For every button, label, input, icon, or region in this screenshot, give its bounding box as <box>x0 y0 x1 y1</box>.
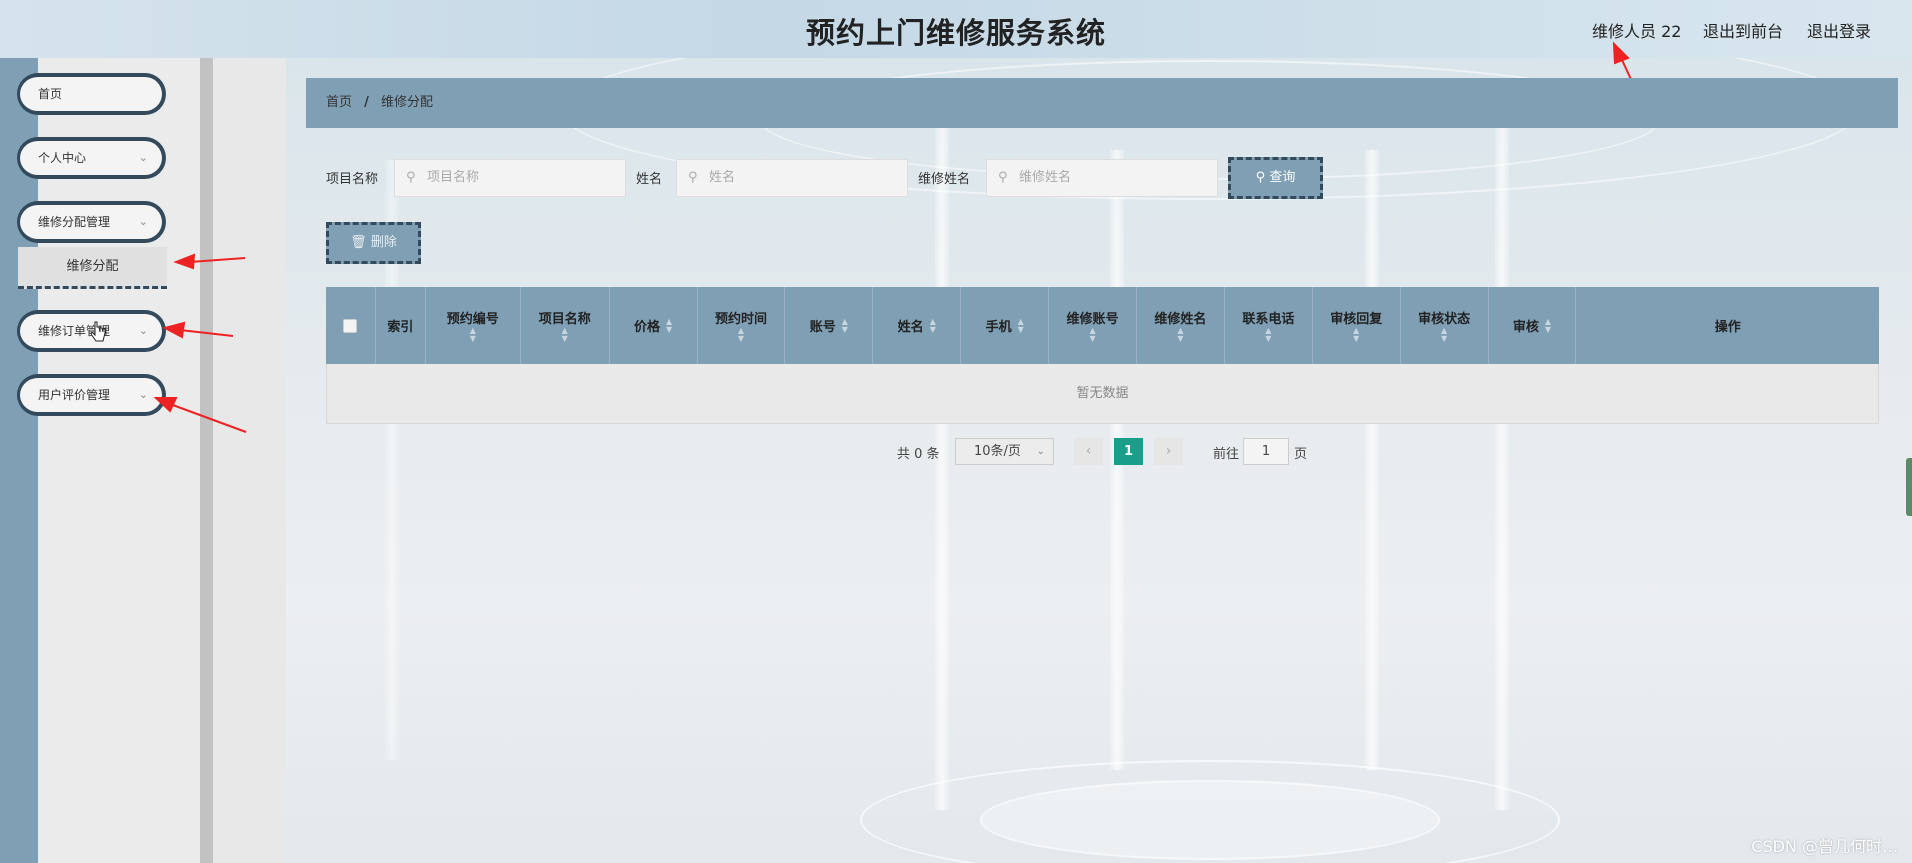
arrow-line <box>179 329 234 337</box>
page-size-value: 10条/页 <box>974 444 1021 459</box>
search-icon: ⚲ <box>688 170 698 185</box>
delete-button[interactable]: 🗑 删除 <box>326 222 421 264</box>
column-header[interactable]: 维修姓名 ▲ ▼ <box>1137 287 1225 364</box>
page-number-current[interactable]: 1 <box>1114 438 1143 465</box>
column-header[interactable]: 预约时间 ▲ ▼ <box>698 287 786 364</box>
goto-label: 前往 <box>1213 447 1240 462</box>
sort-icon[interactable]: ▲ ▼ <box>1089 327 1095 343</box>
column-header-label: 维修姓名 <box>1154 312 1207 327</box>
sort-icon[interactable]: ▲ ▼ <box>666 317 672 334</box>
sort-icon[interactable]: ▲ ▼ <box>470 327 476 343</box>
page-suffix-label: 页 <box>1294 447 1308 462</box>
column-header-label: 姓名 <box>897 320 924 335</box>
column-header-label: 手机 <box>985 320 1012 335</box>
column-header[interactable]: 维修账号 ▲ ▼ <box>1049 287 1137 364</box>
column-header-label: 预约编号 <box>446 312 499 327</box>
repair-name-placeholder: 维修姓名 <box>1019 170 1072 185</box>
arrow-line <box>189 257 246 263</box>
pagination-total: 共 0 条 <box>897 447 940 462</box>
column-header-label: 索引 <box>387 320 414 335</box>
delete-button-label: 删除 <box>370 235 397 250</box>
column-header[interactable]: 姓名 ▲ ▼ <box>873 287 962 364</box>
column-header[interactable]: 手机 ▲ ▼ <box>961 287 1050 364</box>
sort-icon[interactable]: ▲ ▼ <box>1353 327 1359 343</box>
breadcrumb-home[interactable]: 首页 <box>326 95 352 110</box>
mouse-cursor-icon <box>91 321 106 342</box>
search-icon: ⚲ <box>406 170 416 185</box>
next-page-button[interactable]: › <box>1154 438 1183 465</box>
column-header-label: 操作 <box>1714 320 1741 335</box>
side-tab-handle[interactable] <box>1906 458 1912 516</box>
goto-page-input[interactable]: 1 <box>1243 438 1289 465</box>
select-all-header <box>326 287 376 364</box>
arrow-head <box>1612 41 1630 65</box>
breadcrumb-current: 维修分配 <box>381 95 434 110</box>
column-header[interactable]: 价格 ▲ ▼ <box>610 287 698 364</box>
column-header[interactable]: 预约编号 ▲ ▼ <box>426 287 521 364</box>
column-header[interactable]: 审核回复 ▲ ▼ <box>1313 287 1401 364</box>
breadcrumb: 首页 / 维修分配 <box>306 78 1898 128</box>
sort-icon[interactable]: ▲ ▼ <box>1545 317 1551 334</box>
arrow-head <box>162 321 186 339</box>
chevron-down-icon: ⌄ <box>1036 446 1045 457</box>
sort-icon[interactable]: ▲ ▼ <box>738 327 744 343</box>
query-button[interactable]: ⚲ 查询 <box>1228 157 1323 199</box>
page-size-select[interactable]: 10条/页 ⌄ <box>955 438 1054 465</box>
sort-icon[interactable]: ▲ ▼ <box>1441 327 1447 343</box>
column-header-label: 账号 <box>809 320 836 335</box>
query-button-label: 查询 <box>1269 170 1296 185</box>
column-header[interactable]: 审核 ▲ ▼ <box>1489 287 1577 364</box>
breadcrumb-separator: / <box>364 95 369 110</box>
column-header: 操作 <box>1576 287 1879 364</box>
column-header[interactable]: 审核状态 ▲ ▼ <box>1401 287 1489 364</box>
repair-name-label: 维修姓名 <box>918 172 971 187</box>
project-name-input[interactable]: ⚲ 项目名称 <box>394 159 626 197</box>
trash-icon: 🗑 <box>350 235 367 250</box>
sort-icon[interactable]: ▲ ▼ <box>562 327 568 343</box>
column-header-label: 审核状态 <box>1418 312 1471 327</box>
name-label: 姓名 <box>636 172 663 187</box>
search-icon: ⚲ <box>1255 170 1266 185</box>
arrow-line <box>169 403 247 433</box>
column-header-label: 联系电话 <box>1242 312 1295 327</box>
project-name-placeholder: 项目名称 <box>427 170 480 185</box>
column-header-label: 维修账号 <box>1066 312 1119 327</box>
column-header[interactable]: 账号 ▲ ▼ <box>785 287 874 364</box>
column-header[interactable]: 联系电话 ▲ ▼ <box>1225 287 1313 364</box>
arrow-head <box>173 253 196 270</box>
column-header-label: 审核回复 <box>1330 312 1383 327</box>
name-placeholder: 姓名 <box>709 170 736 185</box>
search-icon: ⚲ <box>998 170 1008 185</box>
sort-icon[interactable]: ▲ ▼ <box>1265 327 1271 343</box>
repair-name-input[interactable]: ⚲ 维修姓名 <box>986 159 1218 197</box>
select-all-checkbox[interactable] <box>343 318 358 333</box>
column-header-label: 审核 <box>1512 320 1539 335</box>
sort-icon[interactable]: ▲ ▼ <box>1018 317 1024 334</box>
project-name-label: 项目名称 <box>326 172 379 187</box>
prev-page-button[interactable]: ‹ <box>1074 438 1103 465</box>
column-header-label: 预约时间 <box>714 312 767 327</box>
watermark: CSDN @曾几何时… <box>1751 837 1898 856</box>
data-table: 索引 预约编号 ▲ ▼ 项目名称 ▲ ▼ 价格 ▲ ▼ 预约时间 ▲ ▼ 账号 ▲ ▼ 姓… <box>326 287 1879 424</box>
table-empty-row: 暂无数据 <box>326 364 1879 424</box>
column-header-label: 价格 <box>634 320 661 335</box>
column-header: 索引 <box>376 287 426 364</box>
sort-icon[interactable]: ▲ ▼ <box>1177 327 1183 343</box>
name-input[interactable]: ⚲ 姓名 <box>676 159 908 197</box>
table-header: 索引 预约编号 ▲ ▼ 项目名称 ▲ ▼ 价格 ▲ ▼ 预约时间 ▲ ▼ 账号 ▲ ▼ 姓… <box>326 287 1879 364</box>
column-header-label: 项目名称 <box>538 312 591 327</box>
annotation-arrows <box>153 41 1651 433</box>
sort-icon[interactable]: ▲ ▼ <box>842 317 848 334</box>
column-header[interactable]: 项目名称 ▲ ▼ <box>521 287 610 364</box>
sort-icon[interactable]: ▲ ▼ <box>930 317 936 334</box>
arrow-head <box>153 397 178 413</box>
